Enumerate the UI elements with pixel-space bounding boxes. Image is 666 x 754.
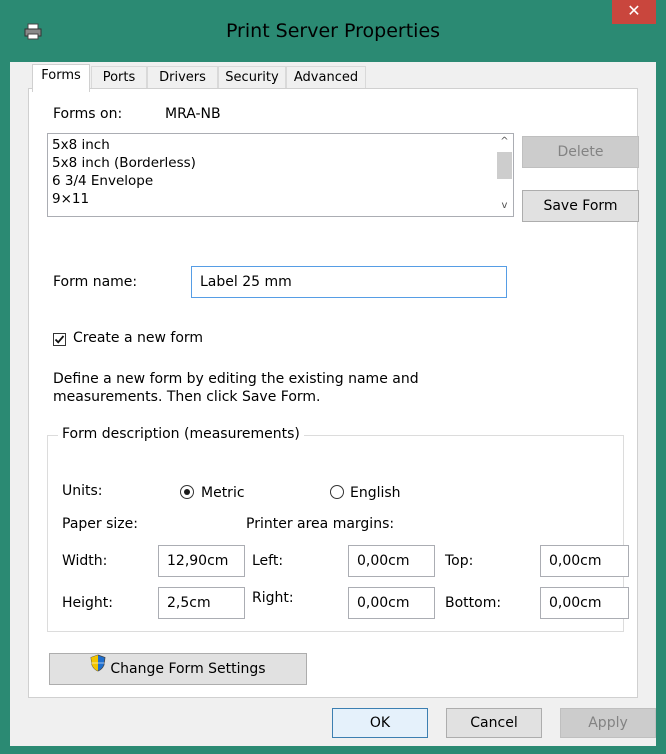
printer-margins-label: Printer area margins: [246,516,395,532]
left-margin-input[interactable]: 0,00cm [348,545,435,577]
list-item[interactable]: 5x8 inch (Borderless) [52,155,196,171]
scroll-down-icon[interactable]: v [496,198,513,214]
paper-size-label: Paper size: [62,516,138,532]
right-label: Right: [252,590,294,606]
right-margin-input[interactable]: 0,00cm [348,587,435,619]
top-label: Top: [445,553,474,569]
list-item[interactable]: 9×11 [52,191,89,207]
tab-advanced-label: Advanced [293,70,359,85]
tab-security-label: Security [225,70,279,85]
units-label: Units: [62,483,103,499]
list-item[interactable]: 6 3/4 Envelope [52,173,153,189]
instructions-line-2: measurements. Then click Save Form. [53,389,321,405]
scroll-thumb[interactable] [497,152,512,179]
apply-button[interactable]: Apply [560,708,656,738]
radio-selected-dot [184,489,190,495]
forms-on-label: Forms on: [53,106,123,122]
height-input[interactable]: 2,5cm [158,587,245,619]
dialog-body: Forms Ports Drivers Security Advanced Fo… [10,62,656,746]
tab-drivers-label: Drivers [159,70,206,85]
top-margin-input[interactable]: 0,00cm [540,545,629,577]
ok-button[interactable]: OK [332,708,428,738]
form-description-title: Form description (measurements) [58,426,304,442]
bottom-label: Bottom: [445,595,502,611]
save-form-button[interactable]: Save Form [522,190,639,222]
checkmark-icon [54,335,65,344]
change-form-settings-button[interactable]: Change Form Settings [49,653,307,685]
form-name-input[interactable]: Label 25 mm [191,266,507,298]
left-label: Left: [252,553,284,569]
shield-icon [90,653,106,683]
window-title: Print Server Properties [225,20,441,42]
server-name: MRA-NB [165,106,221,122]
delete-button[interactable]: Delete [522,136,639,168]
metric-label[interactable]: Metric [201,485,245,501]
instructions-line-1: Define a new form by editing the existin… [53,371,419,387]
create-new-form-checkbox[interactable] [53,333,66,346]
cancel-button[interactable]: Cancel [446,708,542,738]
tab-forms[interactable]: Forms [32,64,90,92]
forms-listbox[interactable]: 5x8 inch 5x8 inch (Borderless) 6 3/4 Env… [47,133,514,217]
english-radio[interactable] [330,485,344,499]
change-form-settings-label: Change Form Settings [110,661,266,677]
height-label: Height: [62,595,113,611]
scroll-up-icon[interactable]: ^ [496,134,513,150]
english-label[interactable]: English [350,485,401,501]
tab-forms-label: Forms [41,68,81,83]
bottom-margin-input[interactable]: 0,00cm [540,587,629,619]
create-new-form-label[interactable]: Create a new form [73,330,203,346]
list-item[interactable]: 5x8 inch [52,137,110,153]
width-input[interactable]: 12,90cm [158,545,245,577]
metric-radio[interactable] [180,485,194,499]
form-description-group [47,435,624,632]
tab-ports-label: Ports [102,70,136,85]
listbox-scrollbar[interactable]: ^ v [496,134,513,216]
width-label: Width: [62,553,108,569]
title-bar[interactable]: Print Server Properties ✕ [0,0,666,62]
print-server-properties-window: Print Server Properties ✕ Forms Ports Dr… [0,0,666,754]
form-name-label: Form name: [53,274,138,290]
close-icon: ✕ [627,1,641,20]
close-button[interactable]: ✕ [612,0,656,24]
